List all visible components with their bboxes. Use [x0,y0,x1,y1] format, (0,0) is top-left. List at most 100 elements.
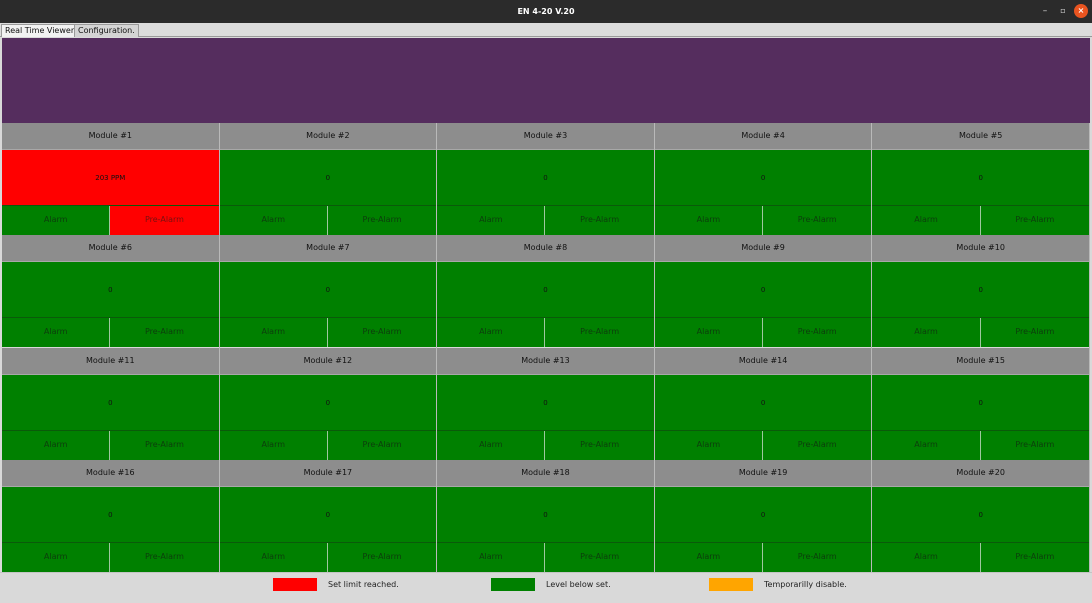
module-reading: 0 [2,374,219,431]
module-panel: Module #3 0 Alarm Pre-Alarm [437,123,655,236]
module-title: Module #7 [219,235,437,263]
close-icon[interactable]: × [1074,4,1088,18]
module-reading: 0 [654,486,872,543]
module-panel: Module #6 0 Alarm Pre-Alarm [2,235,220,348]
module-title: Module #12 [219,347,437,375]
module-panel: Module #16 0 Alarm Pre-Alarm [2,459,220,572]
alarm-indicator: Alarm [437,318,546,348]
module-title: Module #20 [872,459,1089,487]
alarm-indicator: Alarm [872,542,981,572]
alarm-indicator: Alarm [437,542,546,572]
module-panel: Module #15 0 Alarm Pre-Alarm [872,347,1090,460]
alarm-indicator: Alarm [872,318,981,348]
alarm-indicator: Alarm [219,318,328,348]
alarm-indicator: Alarm [219,542,328,572]
module-title: Module #2 [219,123,437,150]
module-panel: Module #19 0 Alarm Pre-Alarm [654,459,873,572]
legend-swatch-limit [273,578,317,591]
module-title: Module #3 [437,123,654,150]
module-reading: 0 [654,150,872,206]
tab-configuration[interactable]: Configuration. [74,24,139,37]
module-panel: Module #4 0 Alarm Pre-Alarm [654,123,873,236]
module-reading: 0 [437,374,654,431]
prealarm-indicator: Pre-Alarm [763,318,872,348]
tab-real-time-viewer[interactable]: Real Time Viewer. [1,24,80,37]
module-panel: Module #20 0 Alarm Pre-Alarm [872,459,1090,572]
module-reading: 0 [437,486,654,543]
alarm-indicator: Alarm [2,318,111,348]
module-reading: 0 [219,262,437,319]
module-panel: Module #13 0 Alarm Pre-Alarm [437,347,655,460]
alarm-indicator: Alarm [872,206,981,235]
module-reading: 0 [872,150,1089,206]
prealarm-indicator: Pre-Alarm [980,206,1089,235]
module-reading: 0 [219,374,437,431]
tab-bar: Real Time Viewer. Configuration. [0,23,1092,37]
alarm-indicator: Alarm [219,430,328,460]
module-panel: Module #9 0 Alarm Pre-Alarm [654,235,873,348]
module-panel: Module #2 0 Alarm Pre-Alarm [219,123,438,236]
window-titlebar: EN 4-20 V.20 – ▫ × [0,0,1092,23]
legend: Set limit reached. Level below set. Temp… [0,572,1092,603]
module-title: Module #1 [2,123,219,150]
module-title: Module #19 [654,459,872,487]
alarm-indicator: Alarm [654,206,764,235]
legend-swatch-disabled [709,578,753,591]
prealarm-indicator: Pre-Alarm [327,430,437,460]
module-title: Module #17 [219,459,437,487]
alarm-indicator: Alarm [437,430,546,460]
module-panel: Module #1 203 PPM Alarm Pre-Alarm [2,123,220,236]
module-panel: Module #5 0 Alarm Pre-Alarm [872,123,1090,236]
header-banner [2,38,1090,123]
module-reading: 0 [219,150,437,206]
prealarm-indicator: Pre-Alarm [110,430,219,460]
prealarm-indicator: Pre-Alarm [110,206,219,235]
prealarm-indicator: Pre-Alarm [545,430,654,460]
module-reading: 0 [872,486,1089,543]
maximize-icon[interactable]: ▫ [1056,4,1070,18]
alarm-indicator: Alarm [437,206,546,235]
module-title: Module #11 [2,347,219,375]
module-title: Module #8 [437,235,654,263]
prealarm-indicator: Pre-Alarm [763,206,872,235]
prealarm-indicator: Pre-Alarm [980,318,1089,348]
prealarm-indicator: Pre-Alarm [327,318,437,348]
minimize-icon[interactable]: – [1038,4,1052,18]
legend-label-below: Level below set. [546,580,611,589]
prealarm-indicator: Pre-Alarm [980,542,1089,572]
module-reading: 0 [872,374,1089,431]
prealarm-indicator: Pre-Alarm [545,542,654,572]
module-panel: Module #12 0 Alarm Pre-Alarm [219,347,438,460]
module-reading: 0 [872,262,1089,319]
module-panel: Module #7 0 Alarm Pre-Alarm [219,235,438,348]
module-reading: 0 [654,262,872,319]
module-title: Module #16 [2,459,219,487]
legend-swatch-below [491,578,535,591]
module-title: Module #10 [872,235,1089,263]
window-title: EN 4-20 V.20 [517,7,575,16]
prealarm-indicator: Pre-Alarm [763,430,872,460]
legend-label-disabled: Temporarilly disable. [764,580,847,589]
module-title: Module #14 [654,347,872,375]
module-panel: Module #18 0 Alarm Pre-Alarm [437,459,655,572]
alarm-indicator: Alarm [2,206,111,235]
module-panel: Module #14 0 Alarm Pre-Alarm [654,347,873,460]
module-panel: Module #10 0 Alarm Pre-Alarm [872,235,1090,348]
prealarm-indicator: Pre-Alarm [327,206,437,235]
module-reading: 0 [2,486,219,543]
module-title: Module #6 [2,235,219,263]
module-grid: Module #1 203 PPM Alarm Pre-Alarm Module #2 0… [2,123,1090,572]
module-reading: 0 [654,374,872,431]
legend-label-limit: Set limit reached. [328,580,399,589]
module-reading: 0 [437,262,654,319]
module-reading: 0 [437,150,654,206]
module-title: Module #18 [437,459,654,487]
module-title: Module #4 [654,123,872,150]
module-title: Module #5 [872,123,1089,150]
module-reading: 0 [219,486,437,543]
module-title: Module #15 [872,347,1089,375]
module-reading: 203 PPM [2,150,219,206]
module-title: Module #9 [654,235,872,263]
alarm-indicator: Alarm [654,542,764,572]
alarm-indicator: Alarm [2,542,111,572]
